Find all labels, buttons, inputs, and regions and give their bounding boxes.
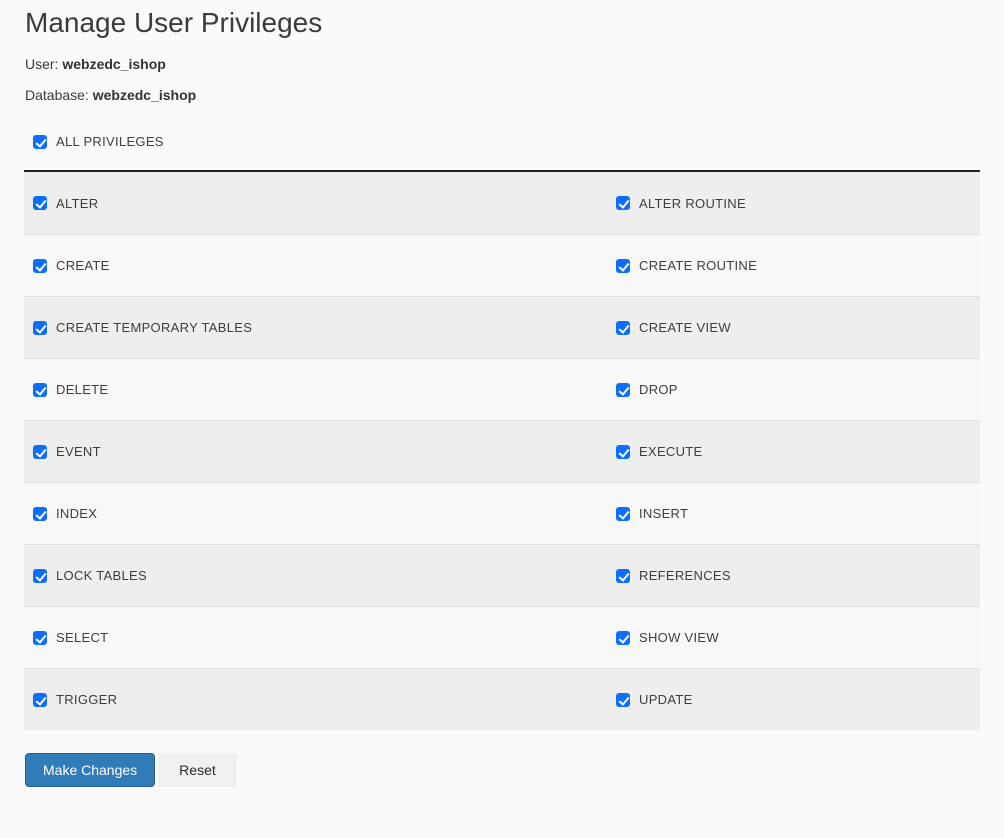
privilege-label-create: CREATE <box>56 258 110 273</box>
privilege-option-create-temporary-tables[interactable]: CREATE TEMPORARY TABLES <box>24 297 607 358</box>
privilege-checkbox-alter-routine[interactable] <box>616 196 630 210</box>
privilege-label-alter: ALTER <box>56 196 98 211</box>
privilege-row: LOCK TABLES REFERENCES <box>24 544 980 606</box>
privilege-label-references: REFERENCES <box>639 568 731 583</box>
privilege-label-lock-tables: LOCK TABLES <box>56 568 147 583</box>
privilege-label-update: UPDATE <box>639 692 693 707</box>
privilege-option-delete[interactable]: DELETE <box>24 359 607 420</box>
privilege-option-insert[interactable]: INSERT <box>607 483 980 544</box>
privilege-label-create-routine: CREATE ROUTINE <box>639 258 757 273</box>
user-value: webzedc_ishop <box>62 56 165 72</box>
privilege-row: SELECT SHOW VIEW <box>24 606 980 668</box>
privilege-label-index: INDEX <box>56 506 97 521</box>
privilege-checkbox-trigger[interactable] <box>33 693 47 707</box>
privilege-label-show-view: SHOW VIEW <box>639 630 719 645</box>
privilege-option-create[interactable]: CREATE <box>24 235 607 296</box>
privilege-label-alter-routine: ALTER ROUTINE <box>639 196 746 211</box>
privilege-label-trigger: TRIGGER <box>56 692 117 707</box>
privilege-row: EVENT EXECUTE <box>24 420 980 482</box>
privilege-checkbox-update[interactable] <box>616 693 630 707</box>
reset-button[interactable]: Reset <box>158 753 237 787</box>
database-line: Database: webzedc_ishop <box>25 87 980 103</box>
privilege-label-create-temporary-tables: CREATE TEMPORARY TABLES <box>56 320 252 335</box>
privilege-option-event[interactable]: EVENT <box>24 421 607 482</box>
privilege-label-drop: DROP <box>639 382 678 397</box>
privilege-checkbox-insert[interactable] <box>616 507 630 521</box>
privilege-checkbox-create-temporary-tables[interactable] <box>33 321 47 335</box>
privilege-checkbox-select[interactable] <box>33 631 47 645</box>
privilege-option-select[interactable]: SELECT <box>24 607 607 668</box>
database-label: Database: <box>25 87 89 103</box>
privilege-row: ALTER ALTER ROUTINE <box>24 172 980 234</box>
user-label: User: <box>25 56 58 72</box>
page-title: Manage User Privileges <box>25 6 980 40</box>
privilege-checkbox-create-view[interactable] <box>616 321 630 335</box>
privilege-checkbox-execute[interactable] <box>616 445 630 459</box>
privilege-checkbox-show-view[interactable] <box>616 631 630 645</box>
privilege-label-delete: DELETE <box>56 382 108 397</box>
privilege-row: INDEX INSERT <box>24 482 980 544</box>
privilege-option-create-view[interactable]: CREATE VIEW <box>607 297 980 358</box>
privilege-label-event: EVENT <box>56 444 101 459</box>
privilege-option-references[interactable]: REFERENCES <box>607 545 980 606</box>
privileges-table: ALTER ALTER ROUTINE CREATE CREATE ROUTIN… <box>24 170 980 730</box>
privilege-checkbox-index[interactable] <box>33 507 47 521</box>
privilege-label-execute: EXECUTE <box>639 444 703 459</box>
privilege-option-drop[interactable]: DROP <box>607 359 980 420</box>
privilege-option-alter-routine[interactable]: ALTER ROUTINE <box>607 172 980 234</box>
privilege-checkbox-lock-tables[interactable] <box>33 569 47 583</box>
privilege-row: CREATE CREATE ROUTINE <box>24 234 980 296</box>
make-changes-button[interactable]: Make Changes <box>25 753 155 787</box>
privilege-option-alter[interactable]: ALTER <box>24 172 607 234</box>
privilege-checkbox-event[interactable] <box>33 445 47 459</box>
privilege-checkbox-alter[interactable] <box>33 196 47 210</box>
privilege-checkbox-create[interactable] <box>33 259 47 273</box>
form-actions: Make Changes Reset <box>25 753 980 787</box>
privilege-option-execute[interactable]: EXECUTE <box>607 421 980 482</box>
privilege-checkbox-drop[interactable] <box>616 383 630 397</box>
privilege-row: CREATE TEMPORARY TABLES CREATE VIEW <box>24 296 980 358</box>
database-value: webzedc_ishop <box>93 87 196 103</box>
privilege-option-update[interactable]: UPDATE <box>607 669 980 730</box>
privilege-option-create-routine[interactable]: CREATE ROUTINE <box>607 235 980 296</box>
user-line: User: webzedc_ishop <box>25 56 980 72</box>
all-privileges-label: ALL PRIVILEGES <box>56 134 164 149</box>
privilege-option-index[interactable]: INDEX <box>24 483 607 544</box>
privilege-label-create-view: CREATE VIEW <box>639 320 731 335</box>
privilege-option-trigger[interactable]: TRIGGER <box>24 669 607 730</box>
manage-user-privileges-page: Manage User Privileges User: webzedc_ish… <box>0 6 1004 787</box>
privilege-option-lock-tables[interactable]: LOCK TABLES <box>24 545 607 606</box>
privilege-checkbox-references[interactable] <box>616 569 630 583</box>
all-privileges-checkbox[interactable] <box>33 135 47 149</box>
all-privileges-option[interactable]: ALL PRIVILEGES <box>33 134 980 149</box>
privilege-label-select: SELECT <box>56 630 108 645</box>
privilege-label-insert: INSERT <box>639 506 688 521</box>
privilege-checkbox-delete[interactable] <box>33 383 47 397</box>
privilege-option-show-view[interactable]: SHOW VIEW <box>607 607 980 668</box>
privilege-checkbox-create-routine[interactable] <box>616 259 630 273</box>
privilege-row: TRIGGER UPDATE <box>24 668 980 730</box>
privilege-row: DELETE DROP <box>24 358 980 420</box>
